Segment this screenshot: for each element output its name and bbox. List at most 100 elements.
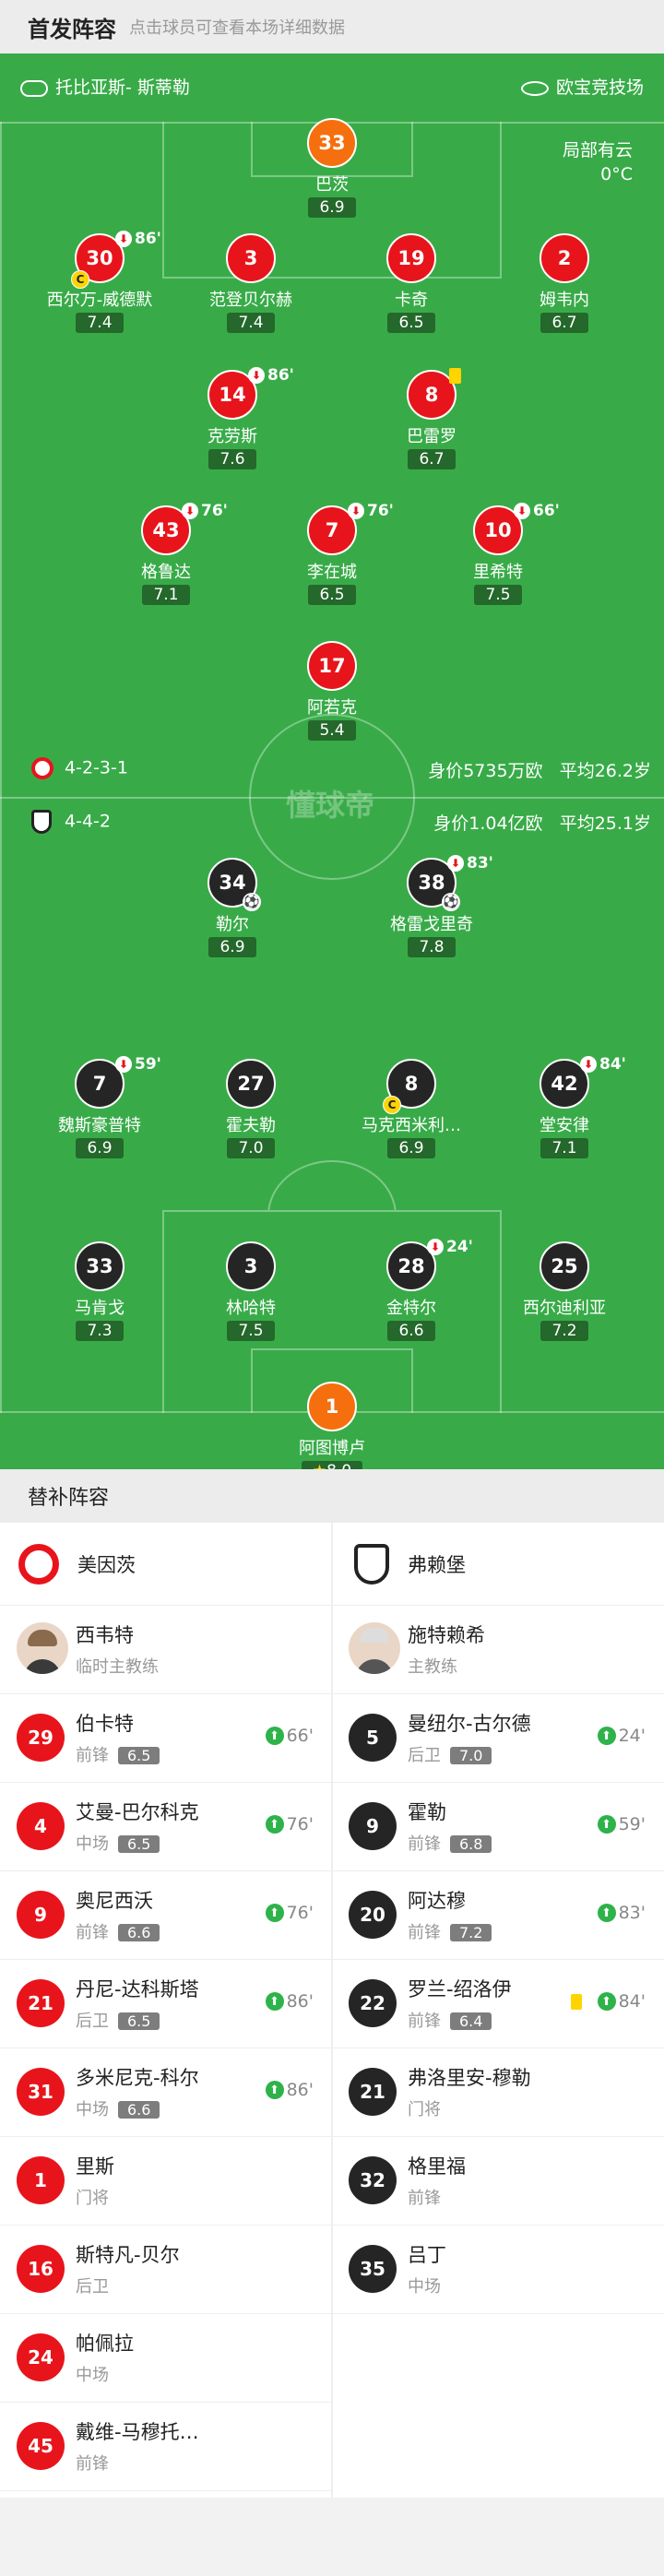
sub-on-marker: ⬆ 84' [570, 1991, 646, 2012]
bench-position: 前锋 [76, 1923, 109, 1942]
pitch-player[interactable]: 8C 马克西米利… 6.9 [328, 1059, 494, 1158]
pitch-player[interactable]: 33 巴茨 6.9 [249, 118, 415, 218]
bench-position-row: 后卫 7.0 [408, 1742, 492, 1766]
pitch-player[interactable]: 8 巴雷罗 6.7 [349, 368, 515, 469]
pitch-player[interactable]: 2 姆韦内 6.7 [481, 233, 647, 333]
lineup-header: 首发阵容 点击球员可查看本场详细数据 [0, 0, 664, 53]
pitch-player[interactable]: 28 ⬇ 24' 金特尔 6.6 [328, 1238, 494, 1341]
sub-time: 84' [599, 1055, 626, 1074]
player-rating: 6.5 [387, 313, 435, 333]
pitch-player[interactable]: 38 ⬇ 83' ⚽ 格雷戈里奇 7.8 [349, 854, 515, 957]
mainz-crest-icon [18, 1543, 59, 1585]
pitch-player[interactable]: 1 阿图博卢 ★8.0 [249, 1382, 415, 1469]
sub-in-icon: ⬆ [265, 1727, 284, 1745]
player-number-circle: 34 ⚽ [208, 858, 261, 911]
player-number: 10 [484, 519, 512, 541]
home-team-row[interactable]: 美因茨 [0, 1523, 332, 1606]
pitch-player[interactable]: 17 阿若克 5.4 [249, 641, 415, 741]
bench-position: 前锋 [408, 2012, 441, 2031]
bench-rating: 6.6 [118, 1924, 160, 1941]
player-rating: 7.5 [474, 585, 522, 605]
pitch-player[interactable]: 7 ⬇ 59' 魏斯豪普特 6.9 [17, 1055, 183, 1158]
player-number: 30 [86, 247, 113, 269]
sub-time: 24' [446, 1238, 473, 1256]
pitch-player[interactable]: 10 ⬇ 66' 里希特 7.5 [415, 502, 581, 605]
player-number-circle: 33 [75, 1241, 125, 1291]
sub-time: 76' [286, 1814, 314, 1834]
bench-position-row: 前锋 [408, 2185, 441, 2209]
bench-player-name: 艾曼-巴尔科克 [76, 1801, 199, 1823]
bench-player-row[interactable]: 32 格里福 前锋 [332, 2137, 664, 2226]
bench-player-row[interactable]: 45 戴维-马穆托… 前锋 [0, 2403, 332, 2491]
pitch-player[interactable]: 25 西尔迪利亚 7.2 [481, 1241, 647, 1341]
sub-out-icon: ⬇ [427, 1239, 444, 1255]
bench-player-row[interactable]: 20 阿达穆 前锋 7.2 ⬆ 83' [332, 1871, 664, 1960]
player-number: 7 [92, 1073, 107, 1095]
subs-header: 替补阵容 [0, 1469, 664, 1523]
bench-player-row[interactable]: 1 里斯 门将 [0, 2137, 332, 2226]
player-number: 2 [557, 247, 572, 269]
player-rating: 7.4 [227, 313, 275, 333]
bench-player-row[interactable]: 29 伯卡特 前锋 6.5 ⬆ 66' [0, 1694, 332, 1783]
bench: 美因茨 弗赖堡 西韦特 临时主教练 施特赖希 主教练 29 伯卡特 前锋 6.5 ⬆… [0, 1523, 664, 2498]
sub-time: 76' [367, 502, 394, 520]
lineup-subtitle: 点击球员可查看本场详细数据 [129, 18, 345, 38]
bench-player-row[interactable]: 5 曼纽尔-古尔德 后卫 7.0 ⬆ 24' [332, 1694, 664, 1783]
sub-off-marker: ⬇ 24' [427, 1238, 473, 1256]
captain-badge: C [383, 1096, 401, 1114]
rating-value: 7.6 [219, 450, 245, 469]
pitch-player[interactable]: 34 ⚽ 勒尔 6.9 [149, 858, 315, 957]
bench-position: 前锋 [408, 1923, 441, 1942]
bench-player-name: 里斯 [76, 2155, 114, 2178]
mainz-crest-icon [31, 757, 53, 779]
bench-player-row[interactable]: 31 多米尼克-科尔 中场 6.6 ⬆ 86' [0, 2048, 332, 2137]
bench-player-row[interactable]: 9 霍勒 前锋 6.8 ⬆ 59' [332, 1783, 664, 1871]
bench-player-row[interactable]: 16 斯特凡-贝尔 后卫 [0, 2226, 332, 2314]
bench-player-row[interactable]: 22 罗兰-绍洛伊 前锋 6.4 ⬆ 84' [332, 1960, 664, 2048]
away-coach-row[interactable]: 施特赖希 主教练 [332, 1606, 664, 1694]
sub-on-marker: ⬆ 59' [597, 1814, 646, 1834]
sub-time: 66' [533, 502, 560, 520]
goal-ball-icon: ⚽ [442, 893, 460, 911]
bench-position: 前锋 [76, 2454, 109, 2474]
bench-player-row[interactable]: 4 艾曼-巴尔科克 中场 6.5 ⬆ 76' [0, 1783, 332, 1871]
bench-rating: 7.0 [450, 1747, 492, 1764]
bench-position: 门将 [408, 2100, 441, 2119]
sub-in-icon: ⬆ [265, 1904, 284, 1922]
sub-off-marker: ⬇ 84' [580, 1055, 626, 1074]
bench-player-row[interactable]: 9 奥尼西沃 前锋 6.6 ⬆ 76' [0, 1871, 332, 1960]
pitch-player[interactable]: 43 ⬇ 76' 格鲁达 7.1 [83, 502, 249, 605]
pitch-player[interactable]: 33 马肯戈 7.3 [17, 1241, 183, 1341]
player-number: 25 [551, 1255, 578, 1277]
stadium-name: 欧宝竞技场 [555, 77, 644, 98]
player-number-circle: 28 ⬇ 24' [386, 1238, 473, 1291]
pitch-player[interactable]: 42 ⬇ 84' 堂安律 7.1 [481, 1055, 647, 1158]
bench-player-row[interactable]: 21 弗洛里安-穆勒 门将 [332, 2048, 664, 2137]
home-coach-row[interactable]: 西韦特 临时主教练 [0, 1606, 332, 1694]
rating-value: 6.7 [551, 314, 577, 332]
rating-value: 6.9 [398, 1139, 424, 1157]
bench-number: 29 [17, 1714, 65, 1762]
sub-off-marker: ⬇ 59' [115, 1055, 161, 1074]
bench-position-row: 中场 6.6 [76, 2096, 160, 2120]
pitch-player[interactable]: 30 ⬇ 86' C 西尔万-威德默 7.4 [17, 230, 183, 333]
player-rating: 7.4 [76, 313, 124, 333]
pitch-player[interactable]: 3 林哈特 7.5 [168, 1241, 334, 1341]
away-formation-row: 4-4-2 [31, 810, 111, 834]
pitch-player[interactable]: 7 ⬇ 76' 李在城 6.5 [249, 502, 415, 605]
pitch-player[interactable]: 3 范登贝尔赫 7.4 [168, 233, 334, 333]
sub-on-marker: ⬆ 86' [265, 2080, 314, 2100]
bench-player-row[interactable]: 24 帕佩拉 中场 [0, 2314, 332, 2403]
bench-player-row[interactable]: 35 吕丁 中场 [332, 2226, 664, 2314]
pitch-player[interactable]: 27 霍夫勒 7.0 [168, 1059, 334, 1158]
pitch-player[interactable]: 19 卡奇 6.5 [328, 233, 494, 333]
pitch-player[interactable]: 14 ⬇ 86' 克劳斯 7.6 [149, 366, 315, 469]
sub-time: 84' [618, 1991, 646, 2012]
sub-out-icon: ⬇ [182, 503, 198, 519]
coach-avatar [17, 1622, 68, 1674]
bench-player-name: 曼纽尔-古尔德 [408, 1713, 531, 1735]
away-team-row[interactable]: 弗赖堡 [332, 1523, 664, 1606]
bench-position-row: 前锋 7.2 [408, 1919, 492, 1943]
sub-in-icon: ⬆ [597, 1992, 616, 2011]
bench-player-row[interactable]: 21 丹尼-达科斯塔 后卫 6.5 ⬆ 86' [0, 1960, 332, 2048]
